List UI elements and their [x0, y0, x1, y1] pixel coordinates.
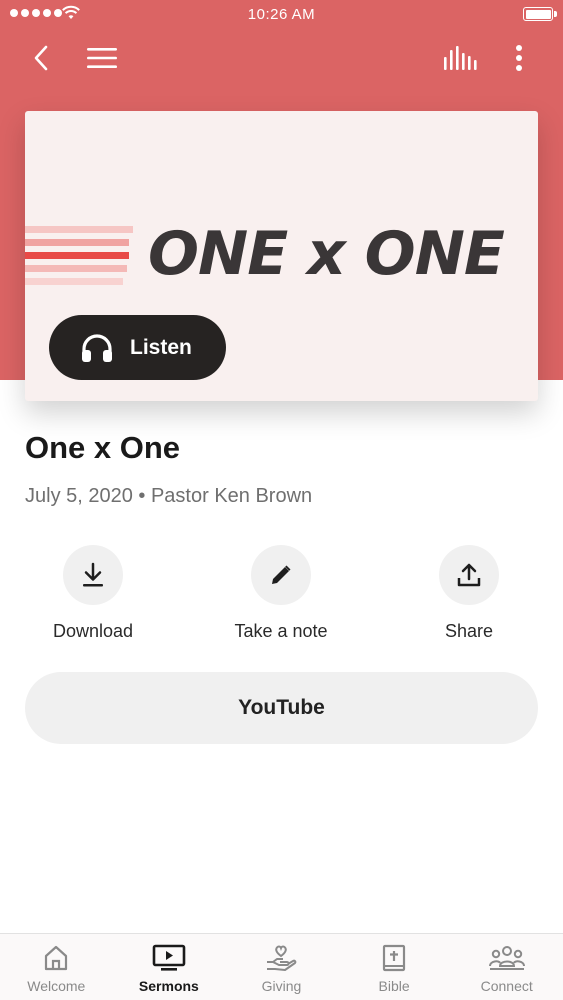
- back-button[interactable]: [19, 36, 63, 80]
- more-options-button[interactable]: [497, 36, 541, 80]
- note-icon-circle: [251, 545, 311, 605]
- share-icon-circle: [439, 545, 499, 605]
- take-note-button[interactable]: Take a note: [201, 545, 361, 642]
- people-group-icon: [488, 946, 525, 970]
- status-bar: 10:26 AM: [0, 0, 563, 30]
- giving-heart-hand-icon: [267, 945, 297, 971]
- menu-button[interactable]: [80, 36, 124, 80]
- youtube-button[interactable]: YouTube: [25, 672, 538, 744]
- listen-label: Listen: [130, 335, 192, 359]
- download-icon: [83, 562, 103, 587]
- sermon-meta: July 5, 2020 • Pastor Ken Brown: [25, 485, 313, 507]
- tab-bible[interactable]: Bible: [338, 934, 451, 1000]
- share-button[interactable]: Share: [389, 545, 549, 642]
- status-time: 10:26 AM: [247, 6, 316, 23]
- audio-button[interactable]: [438, 36, 482, 80]
- battery-icon: [523, 7, 557, 21]
- sermon-title: One x One: [25, 430, 181, 465]
- take-note-label: Take a note: [234, 621, 328, 641]
- download-button[interactable]: Download: [13, 545, 173, 642]
- tab-bible-label: Bible: [378, 978, 410, 994]
- artwork-title: ONE x ONE: [148, 219, 505, 289]
- download-icon-circle: [63, 545, 123, 605]
- share-icon: [457, 563, 481, 587]
- more-vertical-icon: [516, 45, 522, 71]
- tv-play-icon: [152, 944, 186, 971]
- share-label: Share: [444, 621, 494, 641]
- tab-welcome[interactable]: Welcome: [0, 934, 113, 1000]
- chevron-left-icon: [34, 45, 48, 71]
- tab-sermons-label: Sermons: [138, 978, 199, 994]
- hamburger-menu-icon: [87, 48, 117, 68]
- tab-connect-label: Connect: [480, 978, 533, 994]
- pencil-icon: [272, 565, 291, 584]
- home-icon: [45, 945, 68, 971]
- bottom-tab-bar: Welcome Sermons Giving Bible Connect: [0, 933, 563, 1000]
- tab-connect[interactable]: Connect: [450, 934, 563, 1000]
- audio-bars-icon: [444, 46, 477, 70]
- bible-icon: [382, 944, 406, 972]
- headphones-icon: [82, 333, 112, 362]
- tab-giving[interactable]: Giving: [225, 934, 338, 1000]
- download-label: Download: [52, 621, 134, 641]
- listen-button[interactable]: Listen: [49, 315, 226, 380]
- artwork-stripes: [25, 226, 135, 291]
- tab-welcome-label: Welcome: [27, 978, 86, 994]
- tab-giving-label: Giving: [261, 978, 302, 994]
- tab-sermons[interactable]: Sermons: [113, 934, 226, 1000]
